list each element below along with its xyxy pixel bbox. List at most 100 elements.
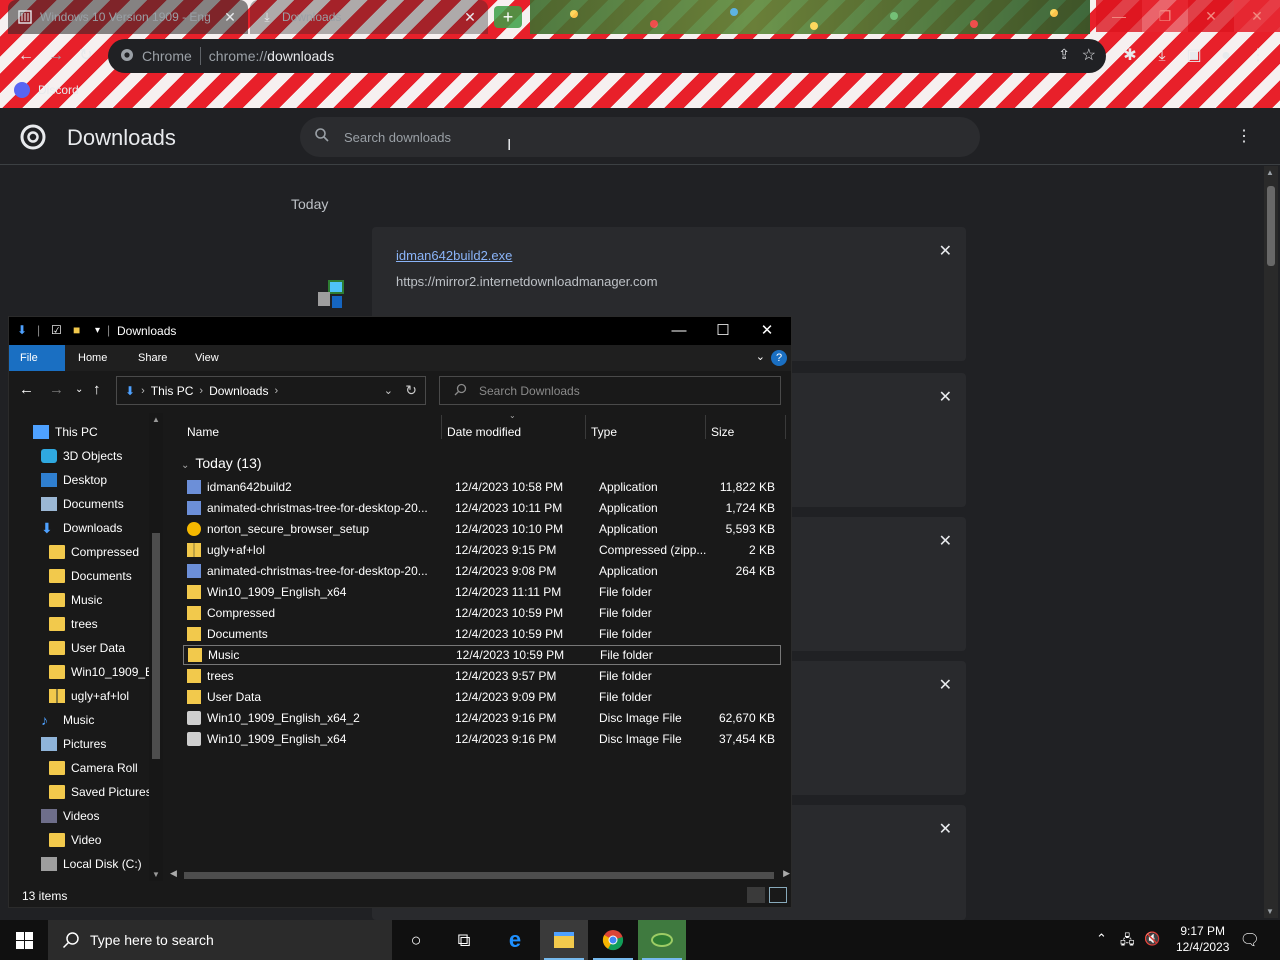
properties-icon[interactable]: ☑ [51,323,62,337]
window-extra-close-button[interactable]: ✕ [1234,0,1280,32]
share-icon[interactable]: ⇪ [1058,46,1070,63]
file-row[interactable]: Compressed 12/4/2023 10:59 PM File folder [183,603,781,623]
file-row[interactable]: animated-christmas-tree-for-desktop-20..… [183,561,781,581]
tree-item-compressed[interactable]: Compressed [49,541,139,563]
tab-downloads[interactable]: ⤓ Downloads ✕ [250,0,488,34]
scroll-down-icon[interactable]: ▼ [1266,907,1274,916]
expand-ribbon-icon[interactable]: ⌄ [756,350,765,363]
address-bar[interactable]: ⬇ › This PC › Downloads › ⌄ ↻ [116,376,426,405]
breadcrumb-chevron-icon[interactable]: › [141,385,145,397]
address-dropdown-icon[interactable]: ⌄ [384,384,393,397]
file-row[interactable]: Win10_1909_English_x64 12/4/2023 11:11 PM… [183,582,781,602]
scrollbar-thumb[interactable] [184,872,774,879]
bookmark-discord[interactable]: Discord [14,82,79,98]
breadcrumb-chevron-icon[interactable]: › [199,385,203,397]
tree-item-trees[interactable]: trees [49,613,98,635]
file-row[interactable]: User Data 12/4/2023 9:09 PM File folder [183,687,781,707]
task-view-icon[interactable]: ⧉ [440,920,488,960]
tab-windows10-download[interactable]: Windows 10 Version 1909 - Eng ✕ [8,0,248,34]
cortana-icon[interactable]: ○ [392,920,440,960]
extension-puzzle-icon[interactable]: ✱ [1118,44,1142,68]
tree-item-downloads[interactable]: ⬇ Downloads [41,517,122,539]
tree-item-music-sub[interactable]: Music [49,589,102,611]
breadcrumb-chevron-icon[interactable]: › [274,385,278,397]
scrollbar-thumb[interactable] [1267,186,1275,266]
collapse-chevron-icon[interactable]: ⌄ [181,460,189,471]
notifications-icon[interactable]: 🗨 [1240,930,1260,950]
scroll-up-icon[interactable]: ▲ [1266,168,1274,177]
remove-download-icon[interactable]: ✕ [939,819,952,839]
column-header-date[interactable]: Date modified [447,425,521,439]
tree-item-video[interactable]: Video [49,829,101,851]
file-row[interactable]: Win10_1909_English_x64 12/4/2023 9:16 PM D… [183,729,781,749]
ribbon-tab-view[interactable]: View [184,345,230,371]
scroll-up-icon[interactable]: ▲ [152,415,160,424]
tab-close-icon[interactable]: ✕ [462,9,478,26]
remove-download-icon[interactable]: ✕ [939,675,952,695]
idm-taskbar-icon[interactable] [638,920,686,960]
tree-item-pictures[interactable]: Pictures [41,733,106,755]
window-restore-button[interactable]: ❐ [1142,0,1188,32]
minimize-icon[interactable]: — [657,320,701,342]
profile-avatar-icon[interactable]: ● [1214,44,1238,68]
column-divider[interactable] [585,415,586,439]
tree-item-user-data[interactable]: User Data [49,637,125,659]
tree-item-documents-sub[interactable]: Documents [49,565,132,587]
show-hidden-icons-icon[interactable]: ⌃ [1096,931,1107,947]
bookmark-star-icon[interactable]: ☆ [1082,45,1096,65]
ribbon-tab-home[interactable]: Home [67,345,118,371]
window-minimize-button[interactable]: — [1096,0,1142,32]
taskbar-clock[interactable]: 9:17 PM 12/4/2023 [1176,923,1229,955]
tree-item-3d-objects[interactable]: 3D Objects [41,445,122,467]
ribbon-tab-file[interactable]: File [9,345,65,371]
file-row[interactable]: animated-christmas-tree-for-desktop-20..… [183,498,781,518]
column-header-type[interactable]: Type [591,425,617,439]
file-row[interactable]: norton_secure_browser_setup 12/4/2023 10:… [183,519,781,539]
tab-close-icon[interactable]: ✕ [222,9,238,26]
new-tab-button[interactable]: + [494,6,522,28]
column-divider[interactable] [441,415,442,439]
network-icon[interactable]: 🖧 [1120,931,1135,953]
chrome-taskbar-icon[interactable] [589,920,637,960]
forward-icon[interactable]: → [44,44,68,68]
breadcrumb-this-pc[interactable]: This PC [151,384,194,398]
column-header-name[interactable]: Name [187,425,219,439]
navigation-pane-scrollbar[interactable]: ▲ ▼ [149,413,163,881]
scroll-down-icon[interactable]: ▼ [152,870,160,879]
download-filename-link[interactable]: idman642build2.exe [396,248,512,263]
remove-download-icon[interactable]: ✕ [939,531,952,551]
column-divider[interactable] [705,415,706,439]
back-arrow-icon[interactable]: ← [19,381,34,398]
scroll-left-icon[interactable]: ◀ [170,868,177,879]
tree-item-music[interactable]: ♪ Music [41,709,94,731]
window-close-button[interactable]: ✕ [1188,0,1234,32]
more-options-icon[interactable]: ⋮ [1236,126,1252,146]
page-scrollbar[interactable]: ▲ ▼ [1264,166,1278,918]
help-icon[interactable]: ? [771,350,787,366]
start-button[interactable] [0,920,48,960]
new-folder-icon[interactable]: ■ [73,323,80,337]
edge-icon[interactable]: e [491,920,539,960]
chrome-menu-icon[interactable]: ⋮ [1246,44,1270,68]
scrollbar-thumb[interactable] [152,533,160,759]
large-icons-view-icon[interactable] [769,887,787,903]
tree-item-local-disk[interactable]: Local Disk (C:) [41,853,142,875]
file-row[interactable]: Music 12/4/2023 10:59 PM File folder [183,645,781,665]
ribbon-tab-share[interactable]: Share [127,345,178,371]
download-source-url[interactable]: https://mirror2.internetdownloadmanager.… [396,274,658,289]
remove-download-icon[interactable]: ✕ [939,387,952,407]
reload-icon[interactable]: ↻ [74,44,98,68]
tree-item-desktop[interactable]: Desktop [41,469,107,491]
downloads-toolbar-icon[interactable]: ⤓ [1150,44,1174,68]
file-explorer-taskbar-icon[interactable] [540,920,588,960]
address-bar[interactable]: Chrome chrome://downloads ⇪ ☆ [108,39,1106,73]
tree-item-camera-roll[interactable]: Camera Roll [49,757,138,779]
file-list-horizontal-scrollbar[interactable]: ◀ ▶ [170,868,790,882]
side-panel-icon[interactable]: ▣ [1182,44,1206,68]
customize-toolbar-icon[interactable]: ▾ [95,325,100,336]
tree-item-ugly-zip[interactable]: ugly+af+lol [49,685,129,707]
column-divider[interactable] [785,415,786,439]
tree-item-win10-folder[interactable]: Win10_1909_Er [49,661,157,683]
breadcrumb-downloads[interactable]: Downloads [209,384,268,398]
details-view-icon[interactable] [747,887,765,903]
